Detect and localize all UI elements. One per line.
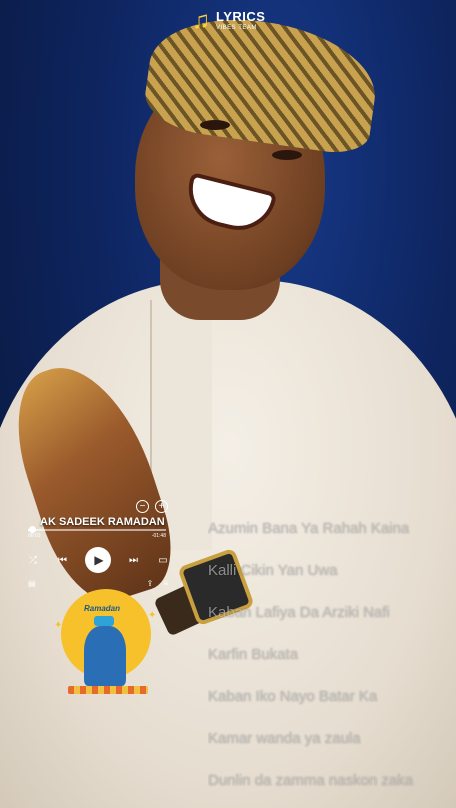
- zoom-out-icon[interactable]: −: [136, 500, 149, 513]
- airplay-icon[interactable]: ▭: [156, 555, 170, 566]
- sparkle-icon: ✦: [148, 610, 157, 621]
- queue-icon[interactable]: ≡: [163, 579, 168, 588]
- song-title: AK SADEEK RAMADAN: [40, 516, 165, 528]
- praying-man-cap: [94, 616, 114, 626]
- lyric-line: Dunlin da zamma naskon zaka: [208, 772, 414, 789]
- remaining-time: -01:48: [151, 533, 166, 539]
- lyric-line: Kamar wanda ya zaula: [208, 730, 361, 747]
- lyric-line: Kaban Lafiya Da Arziki Nafi: [208, 604, 390, 621]
- prayer-mat: [68, 686, 148, 694]
- logo-line2: VIBES TEAM: [216, 25, 257, 31]
- music-note-icon: ♫: [192, 7, 210, 34]
- lyrics-panel: Azumin Bana Ya Rahah Kaina Kalli Cikin Y…: [208, 512, 456, 806]
- current-time: 00:03: [28, 533, 41, 539]
- lyric-line: Azumin Bana Ya Rahah Kaina: [208, 520, 410, 537]
- next-icon[interactable]: ⏭: [127, 555, 141, 566]
- lyric-line: Kaban Iko Nayo Batar Ka: [208, 688, 378, 705]
- lyrics-vibes-logo: ♫ LYRICS VIBES TEAM: [192, 8, 265, 34]
- progress-bar[interactable]: [28, 526, 166, 533]
- previous-icon[interactable]: ⏮: [56, 555, 70, 566]
- ramadan-label: Ramadan: [84, 604, 121, 613]
- shuffle-icon[interactable]: ⤮: [26, 555, 40, 566]
- right-eye: [272, 150, 302, 160]
- play-button[interactable]: ▶: [85, 547, 111, 573]
- praying-man-figure: [84, 626, 126, 686]
- lyric-line: Kalli Cikin Yan Uwa: [208, 562, 338, 579]
- lyric-line: Karfin Bukata: [208, 646, 299, 663]
- left-eye: [200, 120, 230, 130]
- share-icon[interactable]: ⇪: [147, 579, 154, 588]
- sparkle-icon: ✦: [54, 620, 63, 631]
- logo-line1: LYRICS: [216, 9, 266, 24]
- ramadan-sticker: Ramadan ✦ ✦: [54, 590, 157, 702]
- play-icon: ▶: [94, 553, 104, 567]
- lyrics-icon[interactable]: ▤: [28, 579, 36, 588]
- zoom-in-icon[interactable]: +: [155, 500, 168, 513]
